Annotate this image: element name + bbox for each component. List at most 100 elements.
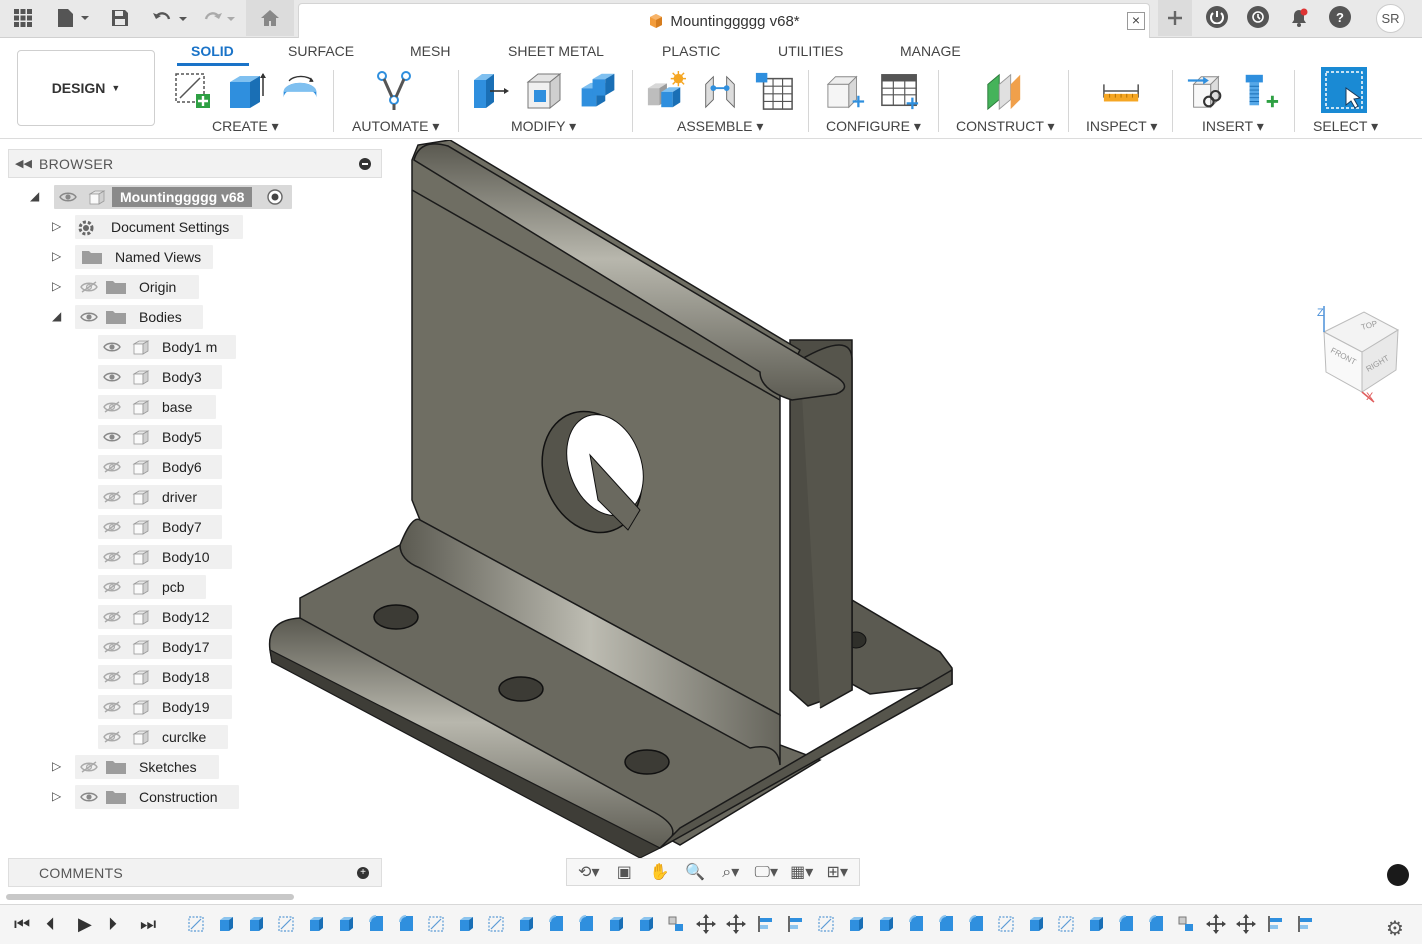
timeline-next-icon[interactable]: ⏵ — [108, 914, 117, 935]
close-tab-icon[interactable]: × — [1127, 12, 1145, 30]
timeline-previous-icon[interactable]: ⏴ — [46, 914, 55, 935]
timeline-sketch-feature-icon[interactable] — [426, 914, 446, 934]
timeline-fillet-feature-icon[interactable] — [396, 914, 416, 934]
tab-sheet-metal[interactable]: SHEET METAL — [508, 43, 604, 59]
folder-node-box[interactable]: Document Settings — [75, 215, 243, 239]
body-node-box[interactable]: Body3 — [98, 365, 222, 389]
timeline-fillet-feature-icon[interactable] — [936, 914, 956, 934]
hidden-eye-icon[interactable] — [102, 670, 122, 684]
group-insert[interactable]: INSERT ▾ — [1202, 118, 1264, 135]
offset-plane-icon[interactable] — [984, 70, 1024, 112]
undo-icon[interactable] — [150, 0, 190, 36]
home-icon[interactable] — [246, 0, 294, 36]
hidden-eye-icon[interactable] — [102, 520, 122, 534]
visibility-eye-icon[interactable] — [102, 340, 122, 354]
body-node-box[interactable]: Body6 — [98, 455, 222, 479]
pan-icon[interactable]: ✋ — [646, 862, 674, 882]
activate-radio-icon[interactable] — [266, 188, 284, 211]
folder-node-box[interactable]: Named Views — [75, 245, 213, 269]
hidden-eye-icon[interactable] — [79, 760, 99, 774]
extensions-icon[interactable] — [1206, 6, 1228, 28]
body-node-box[interactable]: base — [98, 395, 216, 419]
timeline-sketch-feature-icon[interactable] — [486, 914, 506, 934]
notifications-icon[interactable] — [1286, 0, 1312, 36]
tab-manage[interactable]: MANAGE — [900, 43, 961, 59]
body-node-box[interactable]: Body5 — [98, 425, 222, 449]
timeline-extrude-feature-icon[interactable] — [336, 914, 356, 934]
combine-icon[interactable] — [578, 70, 618, 112]
body-node-box[interactable]: pcb — [98, 575, 206, 599]
hidden-eye-icon[interactable] — [102, 490, 122, 504]
timeline-extrude-feature-icon[interactable] — [216, 914, 236, 934]
select-icon[interactable] — [1320, 66, 1368, 114]
app-grid-icon[interactable] — [10, 0, 36, 36]
look-at-icon[interactable]: ▣ — [610, 862, 638, 882]
zoom-window-icon[interactable]: ⌕▾ — [717, 862, 745, 882]
body-node-box[interactable]: driver — [98, 485, 222, 509]
automate-icon[interactable] — [374, 70, 414, 112]
timeline-extrude-feature-icon[interactable] — [246, 914, 266, 934]
viewports-icon[interactable]: ⊞▾ — [823, 862, 851, 882]
body-node-box[interactable]: Body19 — [98, 695, 232, 719]
timeline-fillet-feature-icon[interactable] — [366, 914, 386, 934]
timeline-sketch-feature-icon[interactable] — [1056, 914, 1076, 934]
new-tab-icon[interactable] — [1158, 0, 1192, 36]
browser-header[interactable]: ◀◀ BROWSER — [8, 149, 382, 178]
body-node-box[interactable]: Body17 — [98, 635, 232, 659]
group-create[interactable]: CREATE ▾ — [212, 118, 279, 135]
workspace-switcher-button[interactable]: DESIGN ▼ — [17, 50, 155, 126]
collapsed-triangle-icon[interactable]: ▷ — [52, 249, 64, 263]
folder-node-box[interactable]: Sketches — [75, 755, 219, 779]
visibility-eye-icon[interactable] — [79, 310, 99, 324]
timeline-sketch-feature-icon[interactable] — [276, 914, 296, 934]
hidden-eye-icon[interactable] — [102, 550, 122, 564]
timeline-extrude-feature-icon[interactable] — [876, 914, 896, 934]
timeline-align-feature-icon[interactable] — [786, 914, 806, 934]
timeline-fillet-feature-icon[interactable] — [546, 914, 566, 934]
job-status-icon[interactable] — [1247, 6, 1269, 28]
folder-node-box[interactable]: Origin — [75, 275, 199, 299]
hidden-eye-icon[interactable] — [79, 280, 99, 294]
body-node-box[interactable]: Body18 — [98, 665, 232, 689]
group-inspect[interactable]: INSPECT ▾ — [1086, 118, 1157, 135]
hidden-eye-icon[interactable] — [102, 700, 122, 714]
hidden-eye-icon[interactable] — [102, 400, 122, 414]
visibility-eye-icon[interactable] — [102, 430, 122, 444]
minimize-panel-icon[interactable] — [359, 158, 371, 170]
timeline-align-feature-icon[interactable] — [1296, 914, 1316, 934]
body-node-box[interactable]: Body12 — [98, 605, 232, 629]
timeline-extrude-feature-icon[interactable] — [516, 914, 536, 934]
body-node-box[interactable]: Body1 m — [98, 335, 236, 359]
timeline-extrude-feature-icon[interactable] — [456, 914, 476, 934]
timeline-align-feature-icon[interactable] — [756, 914, 776, 934]
timeline-fillet-feature-icon[interactable] — [1146, 914, 1166, 934]
collapsed-triangle-icon[interactable]: ▷ — [52, 279, 64, 293]
hidden-eye-icon[interactable] — [102, 610, 122, 624]
fillet-icon[interactable] — [524, 70, 564, 112]
timeline-align-feature-icon[interactable] — [1266, 914, 1286, 934]
tab-solid[interactable]: SOLID — [191, 43, 234, 59]
user-avatar[interactable]: SR — [1376, 4, 1405, 33]
group-select[interactable]: SELECT ▾ — [1313, 118, 1378, 135]
body-node-box[interactable]: Body10 — [98, 545, 232, 569]
expanded-triangle-icon[interactable]: ◢ — [52, 309, 64, 323]
timeline-sketch-feature-icon[interactable] — [996, 914, 1016, 934]
timeline-extrude-feature-icon[interactable] — [636, 914, 656, 934]
insert-mcmaster-icon[interactable] — [1240, 70, 1280, 112]
timeline-fillet-feature-icon[interactable] — [576, 914, 596, 934]
grid-snaps-icon[interactable]: ▦▾ — [788, 862, 816, 882]
group-construct[interactable]: CONSTRUCT ▾ — [956, 118, 1055, 135]
body-node-box[interactable]: curclke — [98, 725, 228, 749]
timeline-play-icon[interactable]: ▶ — [78, 914, 92, 935]
timeline-extrude-feature-icon[interactable] — [1026, 914, 1046, 934]
body-node-box[interactable]: Body7 — [98, 515, 222, 539]
timeline-settings-icon[interactable]: ⚙ — [1386, 916, 1404, 941]
group-assemble[interactable]: ASSEMBLE ▾ — [677, 118, 763, 135]
visibility-eye-icon[interactable] — [58, 190, 78, 204]
configuration-table-icon[interactable] — [880, 70, 920, 112]
timeline-move-feature-icon[interactable] — [1236, 914, 1256, 934]
press-pull-icon[interactable] — [470, 70, 510, 112]
document-tab[interactable]: Mountinggggg v68* × — [298, 3, 1150, 38]
timeline-fillet-feature-icon[interactable] — [1116, 914, 1136, 934]
timeline-move-feature-icon[interactable] — [696, 914, 716, 934]
